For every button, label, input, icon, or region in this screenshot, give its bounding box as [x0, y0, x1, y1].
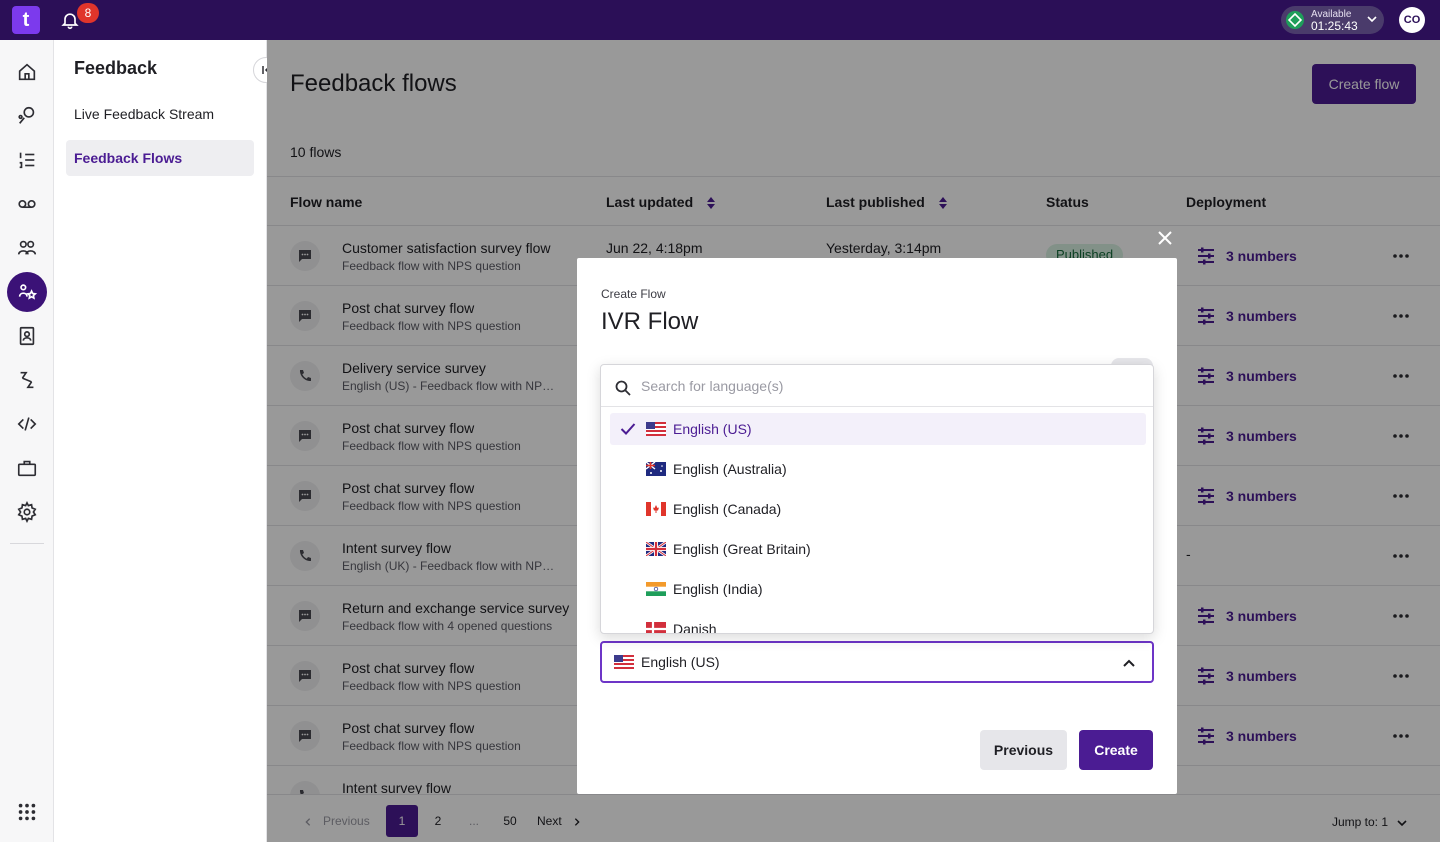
sidebar-item-feedback-flows[interactable]: Feedback Flows — [66, 140, 254, 176]
create-button[interactable]: Create — [1079, 730, 1153, 770]
language-option-gb[interactable]: English (Great Britain) — [610, 533, 1146, 565]
language-option-label: English (Great Britain) — [673, 541, 811, 557]
language-option-label: Danish — [673, 621, 717, 634]
language-select[interactable]: English (US) — [600, 641, 1154, 683]
language-option-in[interactable]: English (India) — [610, 573, 1146, 605]
language-option-label: English (India) — [673, 581, 763, 597]
language-option-ca[interactable]: English (Canada) — [610, 493, 1146, 525]
availability-timer: 01:25:43 — [1311, 19, 1358, 33]
contacts-icon[interactable] — [7, 316, 47, 356]
briefcase-icon[interactable] — [7, 448, 47, 488]
close-icon[interactable] — [1156, 229, 1174, 247]
language-option-label: English (Australia) — [673, 461, 787, 477]
team-icon[interactable] — [7, 228, 47, 268]
flag-us-icon — [646, 422, 666, 436]
app-logo[interactable]: t — [12, 6, 40, 34]
language-option-au[interactable]: English (Australia) — [610, 453, 1146, 485]
user-avatar[interactable]: CO — [1399, 7, 1425, 33]
language-search-input[interactable] — [641, 376, 1121, 396]
flag-au-icon — [646, 462, 666, 476]
language-option-label: English (Canada) — [673, 501, 782, 517]
chevron-up-icon — [1123, 659, 1135, 667]
flag-dk-icon — [646, 622, 666, 633]
notification-badge: 8 — [77, 3, 99, 23]
conversation-icon[interactable] — [7, 96, 47, 136]
settings-gear-icon[interactable] — [7, 492, 47, 532]
language-option-dk[interactable]: Danish — [610, 613, 1146, 634]
chevron-down-icon — [1367, 16, 1377, 23]
dialog-title: IVR Flow — [601, 308, 699, 335]
routing-icon[interactable] — [7, 360, 47, 400]
checkmark-icon — [620, 423, 636, 435]
language-select-value: English (US) — [641, 654, 720, 670]
top-bar: t 8 Available 01:25:43 CO — [0, 0, 1440, 40]
language-option-us[interactable]: English (US) — [610, 413, 1146, 445]
list-icon[interactable] — [7, 140, 47, 180]
available-status-icon — [1286, 11, 1304, 29]
flag-in-icon — [646, 582, 666, 596]
flag-gb-icon — [646, 542, 666, 556]
sidebar-item-live-feedback-stream[interactable]: Live Feedback Stream — [66, 96, 254, 132]
voicemail-icon[interactable] — [7, 184, 47, 224]
home-icon[interactable] — [7, 52, 47, 92]
search-icon — [615, 380, 631, 396]
apps-grid-icon[interactable] — [7, 792, 47, 832]
language-search — [601, 365, 1153, 407]
sidebar-title: Feedback — [74, 58, 158, 78]
language-dropdown: English (US) English (Australia) English (… — [600, 364, 1154, 634]
code-icon[interactable] — [7, 404, 47, 444]
feedback-sidebar: Feedback Live Feedback Stream Feedback F… — [54, 40, 267, 842]
language-option-label: English (US) — [673, 421, 752, 437]
availability-toggle[interactable]: Available 01:25:43 — [1281, 6, 1384, 34]
dialog-eyebrow: Create Flow — [601, 287, 666, 301]
app-rail — [0, 40, 54, 842]
rail-divider — [10, 543, 44, 544]
feedback-icon[interactable] — [7, 272, 47, 312]
flag-ca-icon — [646, 502, 666, 516]
previous-button[interactable]: Previous — [980, 730, 1067, 770]
flag-us-icon — [614, 655, 634, 669]
